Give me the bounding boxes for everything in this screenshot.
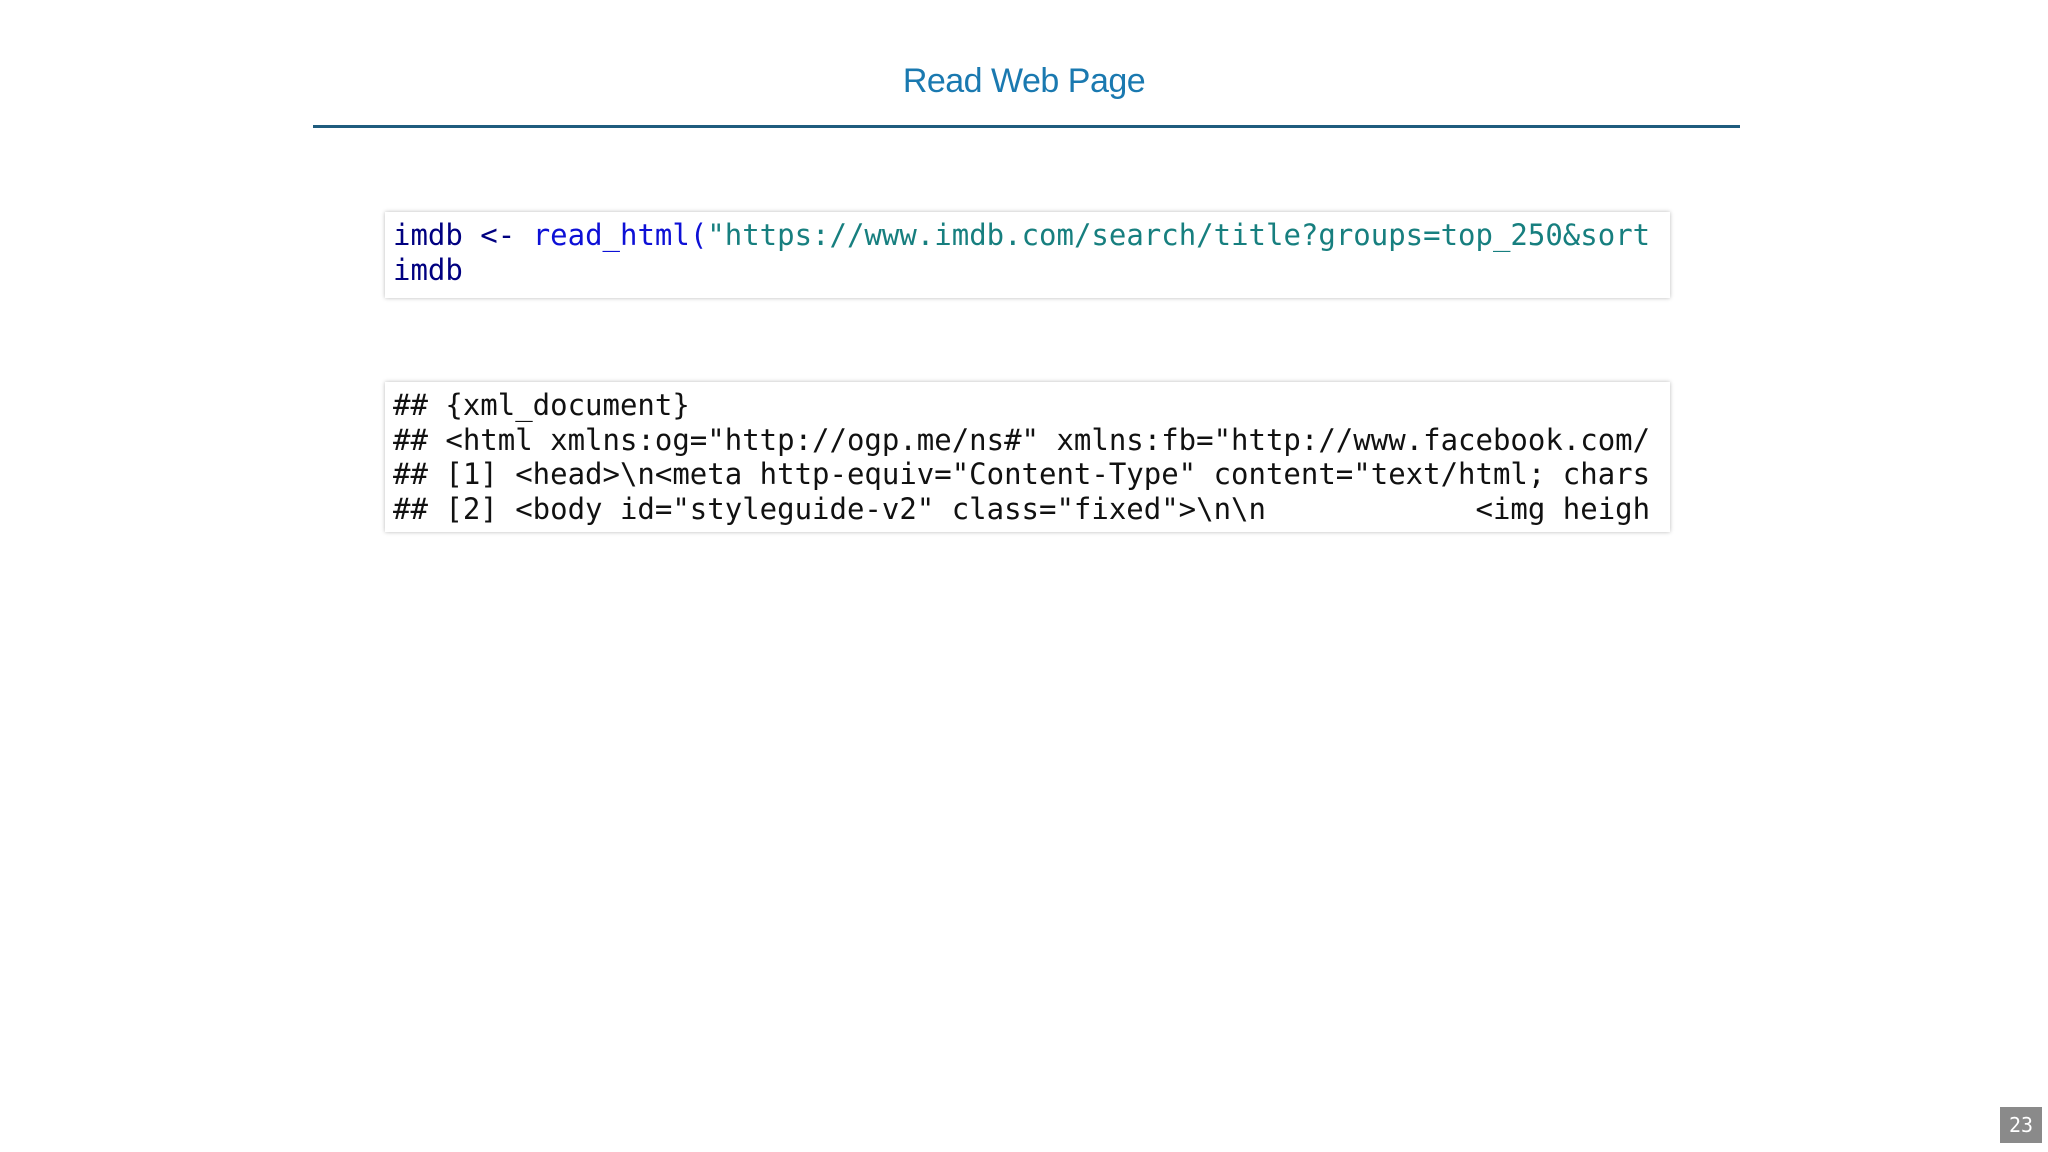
source-code-block: imdb <- read_html("https://www.imdb.com/… [385,212,1670,298]
code-line-2: imdb [393,253,1662,288]
output-block: ## {xml_document} ## <html xmlns:og="htt… [385,382,1670,532]
slide-title: Read Web Page [902,62,1146,100]
code-line-1: imdb <- read_html("https://www.imdb.com/… [393,218,1662,253]
code-function-name: read_html [532,218,690,252]
title-divider [313,125,1740,128]
output-line-4: ## [2] <body id="styleguide-v2" class="f… [393,491,1651,526]
output-line-3: ## [1] <head>\n<meta http-equiv="Content… [393,457,1651,491]
slide: Read Web Page imdb <- read_html("https:/… [0,0,2048,1152]
output-line-1: ## {xml_document} [393,388,690,422]
code-variable: imdb [393,218,463,252]
code-string-literal: "https://www.imdb.com/search/title?group… [707,218,1651,252]
code-variable: imdb [393,252,463,287]
page-number-badge: 23 [2000,1107,2042,1143]
code-assign-operator: <- [462,218,533,252]
output-line-2: ## <html xmlns:og="http://ogp.me/ns#" xm… [393,422,1651,457]
code-open-paren: ( [689,218,708,252]
